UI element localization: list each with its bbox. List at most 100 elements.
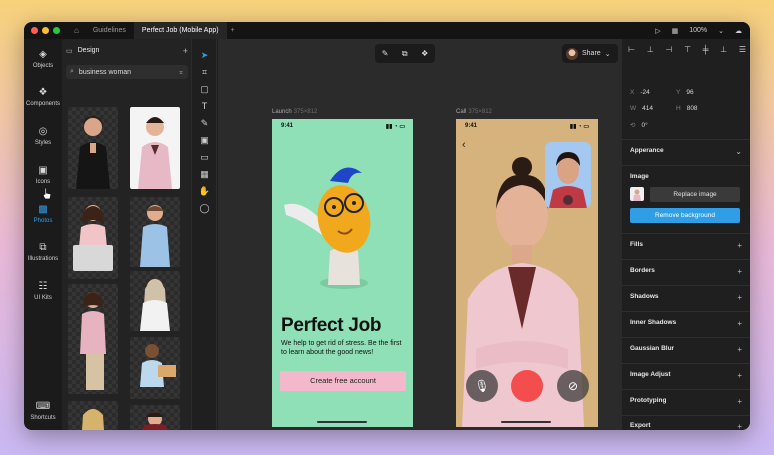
photo-thumbnail[interactable] <box>130 337 180 399</box>
rail-ui-kits[interactable]: ☷ UI Kits <box>24 281 62 301</box>
image-icon[interactable]: ▣ <box>198 134 211 146</box>
rail-photos[interactable]: ▩ Photos <box>24 204 62 224</box>
play-icon[interactable]: ▷ <box>655 27 660 35</box>
align-bottom-icon[interactable]: ⊥ <box>720 45 727 54</box>
hand-icon[interactable]: ✋ <box>198 185 211 197</box>
add-icon[interactable]: + <box>737 267 742 276</box>
home-icon[interactable]: ⌂ <box>74 26 79 35</box>
photo-thumbnail[interactable] <box>68 197 118 279</box>
photo-thumbnail[interactable] <box>130 107 180 189</box>
grid-icon[interactable]: ▦ <box>672 27 679 35</box>
add-icon[interactable]: + <box>737 422 742 430</box>
launch-frame[interactable]: 9:41 ▮▮ ◔ ▭ Perfect Job We help to get r… <box>272 119 413 427</box>
photo-thumbnail[interactable] <box>130 197 180 267</box>
section-title: Export <box>630 422 651 429</box>
mic-off-icon: 🎙︎ <box>474 379 490 393</box>
align-middle-icon[interactable]: ╪ <box>703 45 709 54</box>
add-icon[interactable]: + <box>737 345 742 354</box>
shadows-section[interactable]: Shadows + <box>630 293 742 302</box>
tab-guidelines[interactable]: Guidelines <box>85 22 134 39</box>
photo-thumbnail[interactable] <box>130 271 180 331</box>
tab-perfect-job[interactable]: Perfect Job (Mobile App) <box>133 22 227 39</box>
rail-styles[interactable]: ◎ Styles <box>24 126 62 146</box>
add-icon[interactable]: + <box>737 371 742 380</box>
photo-thumbnail[interactable] <box>68 107 118 189</box>
rectangle-icon[interactable]: ▢ <box>198 83 211 95</box>
maximize-window-button[interactable] <box>53 27 60 34</box>
character-illustration-icon <box>284 167 371 289</box>
inner-shadows-section[interactable]: Inner Shadows + <box>630 319 742 328</box>
home-indicator <box>317 421 367 423</box>
filter-icon[interactable]: ⌅ <box>178 68 184 76</box>
frame-label-launch[interactable]: Launch 375×812 <box>272 109 317 115</box>
camera-off-button[interactable]: ⊘ <box>557 370 589 402</box>
hand-cursor-icon <box>42 187 52 200</box>
woman-photo-icon <box>140 205 170 267</box>
photo-thumbnail[interactable] <box>130 405 180 430</box>
properties-panel: ⊢ ⊥ ⊣ ⊤ ╪ ⊥ ☰ X -24 Y 96 W 414 H 808 ⟲ 0° App… <box>622 39 750 430</box>
zoom-level[interactable]: 100% <box>689 27 707 34</box>
chevron-down-icon[interactable]: ⌄ <box>718 27 724 35</box>
frame-label-call[interactable]: Call 375×812 <box>456 109 492 115</box>
height-field[interactable]: H 808 <box>676 105 698 112</box>
align-right-icon[interactable]: ⊣ <box>665 45 672 54</box>
end-call-button[interactable] <box>511 370 543 402</box>
add-icon[interactable]: + <box>737 397 742 406</box>
components-grid-icon[interactable]: ▦ <box>198 168 211 180</box>
width-field[interactable]: W 414 <box>630 105 653 112</box>
align-top-icon[interactable]: ⊤ <box>684 45 691 54</box>
rail-components[interactable]: ❖ Components <box>24 87 62 107</box>
frame-size: 375×812 <box>468 109 492 115</box>
add-tab-icon[interactable]: + <box>231 27 235 34</box>
fills-section[interactable]: Fills + <box>630 241 742 250</box>
close-window-button[interactable] <box>31 27 38 34</box>
assets-section-title[interactable]: Design <box>78 47 100 54</box>
add-icon[interactable]: + <box>737 319 742 328</box>
self-view-video[interactable] <box>545 142 591 208</box>
image-adjust-section[interactable]: Image Adjust + <box>630 371 742 380</box>
photo-thumbnail[interactable] <box>68 401 118 430</box>
chevron-down-icon: ⌄ <box>735 147 742 156</box>
rotation-field[interactable]: ⟲ 0° <box>630 121 648 129</box>
rail-shortcuts[interactable]: ⌨ Shortcuts <box>24 401 62 421</box>
remove-background-button[interactable]: Remove background <box>630 208 740 223</box>
gaussian-blur-section[interactable]: Gaussian Blur + <box>630 345 742 354</box>
add-icon[interactable]: + <box>737 241 742 250</box>
mute-button[interactable]: 🎙︎ <box>466 370 498 402</box>
pen-icon[interactable]: ✎ <box>198 117 211 129</box>
rail-icons[interactable]: ▣ Icons <box>24 165 62 185</box>
add-icon[interactable]: + <box>737 293 742 302</box>
section-title: Apperance <box>630 147 664 154</box>
frame-icon[interactable]: ⌗ <box>198 66 211 78</box>
cloud-icon[interactable]: ☁ <box>735 27 742 35</box>
photo-thumbnail[interactable] <box>68 284 118 394</box>
replace-image-button[interactable]: Replace image <box>650 187 740 202</box>
rail-objects[interactable]: ◈ Objects <box>24 49 62 69</box>
avatar <box>566 47 578 60</box>
prototyping-section[interactable]: Prototyping + <box>630 397 742 406</box>
launch-description: We help to get rid of stress. Be the fir… <box>281 340 402 356</box>
export-section[interactable]: Export + <box>630 422 742 430</box>
rail-illustrations[interactable]: ⧉ Illustrations <box>24 242 62 262</box>
component-icon[interactable]: ❖ <box>421 49 428 58</box>
search-input[interactable]: ⌕ business woman ⌅ <box>66 65 188 79</box>
pointer-icon[interactable]: ➤ <box>198 49 211 61</box>
minimize-window-button[interactable] <box>42 27 49 34</box>
add-icon[interactable]: + <box>183 46 188 56</box>
distribute-icon[interactable]: ☰ <box>739 45 746 54</box>
canvas[interactable]: ✎ ⧉ ❖ Share ⌄ Launch 375×812 Call 375×812 … <box>218 39 622 430</box>
align-center-icon[interactable]: ⊥ <box>647 45 654 54</box>
input-icon[interactable]: ▭ <box>198 151 211 163</box>
y-field[interactable]: Y 96 <box>676 89 694 96</box>
boolean-icon[interactable]: ⧉ <box>402 49 408 59</box>
align-left-icon[interactable]: ⊢ <box>628 45 635 54</box>
borders-section[interactable]: Borders + <box>630 267 742 276</box>
text-icon[interactable]: T <box>198 100 211 112</box>
call-frame[interactable]: 9:41 ▮▮ ◔ ▭ ‹ 🎙︎ ⊘ <box>456 119 598 427</box>
appearance-section[interactable]: Apperance ⌄ <box>630 147 742 156</box>
create-account-button[interactable]: Create free account <box>280 371 406 391</box>
x-field[interactable]: X -24 <box>630 89 650 96</box>
share-button[interactable]: Share ⌄ <box>562 44 618 63</box>
edit-icon[interactable]: ✎ <box>382 49 389 58</box>
comment-icon[interactable]: ◯ <box>198 202 211 214</box>
